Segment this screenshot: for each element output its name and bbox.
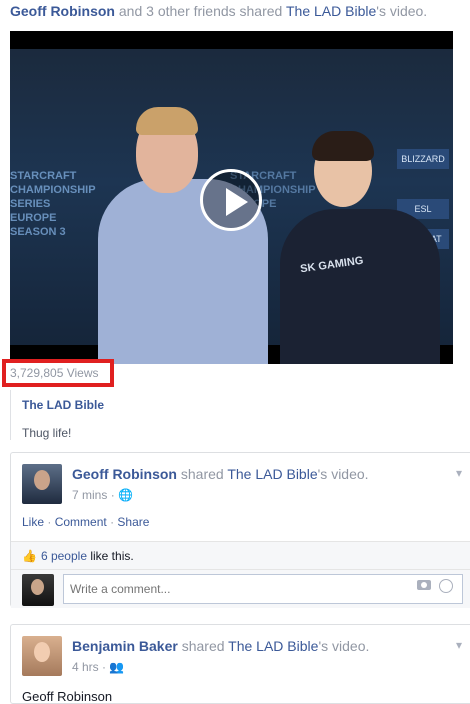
timestamp-link[interactable]: 4 hrs (72, 660, 99, 674)
sponsor-logo-blizzard: BLIZZARD (397, 149, 449, 169)
share-suffix-text: 's video. (376, 3, 428, 19)
player-figure (280, 209, 440, 364)
comment-composer (11, 569, 470, 608)
video-caption: Thug life! (22, 426, 72, 440)
post-body-peek: Geoff Robinson (22, 689, 113, 704)
likes-count-link[interactable]: 6 people (41, 549, 87, 563)
event-banner-left: STARCRAFT CHAMPIONSHIP SERIES EUROPE SEASON… (10, 170, 96, 238)
thumbs-up-icon: 👍 (22, 549, 37, 563)
play-button[interactable] (200, 169, 262, 231)
post-meta: 7 mins · 🌐 (72, 488, 133, 502)
share-button[interactable]: Share (117, 515, 149, 529)
action-text: shared (181, 638, 225, 654)
author-link[interactable]: Geoff Robinson (72, 466, 177, 482)
comment-input[interactable] (63, 574, 463, 604)
avatar-face (34, 470, 50, 490)
avatar[interactable] (22, 464, 62, 504)
video-source-link[interactable]: The LAD Bible (22, 398, 104, 412)
avatar-face (34, 642, 50, 662)
shared-post-card: Benjamin Baker shared The LAD Bible's vi… (10, 624, 470, 704)
friend-name-link[interactable]: Geoff Robinson (10, 3, 115, 19)
camera-icon[interactable] (417, 580, 431, 590)
comment-button[interactable]: Comment (55, 515, 107, 529)
video-player[interactable]: STARCRAFT CHAMPIONSHIP SERIES EUROPE SEASON… (10, 31, 453, 364)
avatar[interactable] (22, 636, 62, 676)
player-hair (312, 131, 374, 161)
view-count: 3,729,805 Views (2, 359, 114, 387)
commenter-avatar (22, 574, 54, 606)
like-button[interactable]: Like (22, 515, 44, 529)
emoji-icon[interactable] (439, 579, 453, 593)
chevron-down-icon[interactable]: ▾ (456, 638, 462, 652)
post-suffix: 's video. (318, 638, 370, 654)
action-separator: · (110, 515, 115, 529)
meta-dot: · (102, 660, 107, 674)
shared-post-card: Geoff Robinson shared The LAD Bible's vi… (10, 452, 470, 608)
post-suffix: 's video. (317, 466, 369, 482)
post-header: Benjamin Baker shared The LAD Bible's vi… (72, 638, 369, 654)
commenter-avatar-face (31, 579, 44, 595)
likes-summary: 👍 6 people like this. (11, 541, 470, 570)
action-separator: · (47, 515, 52, 529)
meta-dot: · (110, 488, 115, 502)
author-link[interactable]: Benjamin Baker (72, 638, 178, 654)
post-actions: Like · Comment · Share (22, 515, 149, 529)
post-header: Geoff Robinson shared The LAD Bible's vi… (72, 466, 369, 482)
page-name-link[interactable]: The LAD Bible (228, 638, 318, 654)
action-text: shared (180, 466, 224, 482)
share-header: Geoff Robinson and 3 other friends share… (10, 3, 427, 19)
page-name-link[interactable]: The LAD Bible (286, 3, 376, 19)
page-name-link[interactable]: The LAD Bible (227, 466, 317, 482)
attachment-divider (10, 390, 11, 440)
timestamp-link[interactable]: 7 mins (72, 488, 107, 502)
chevron-down-icon[interactable]: ▾ (456, 466, 462, 480)
interviewer-hair (136, 107, 198, 135)
likes-suffix: like this. (90, 549, 134, 563)
friends-icon[interactable]: 👥 (109, 660, 124, 674)
likes-text: 👍 6 people like this. (22, 549, 134, 563)
play-icon (226, 188, 248, 216)
post-meta: 4 hrs · 👥 (72, 660, 124, 674)
globe-icon[interactable]: 🌐 (118, 488, 133, 502)
share-connector-text: and 3 other friends shared (118, 3, 283, 19)
